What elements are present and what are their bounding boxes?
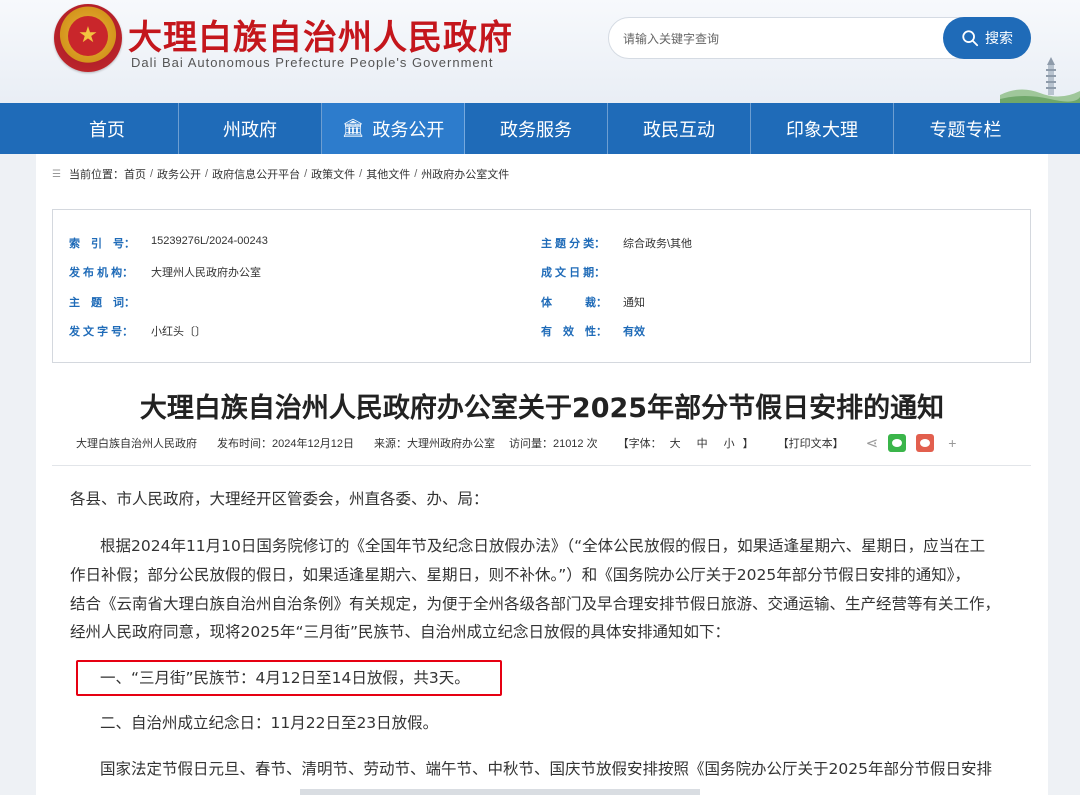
nav-item-home[interactable]: 首页 [36,103,179,154]
divider [52,465,1031,466]
more-share-icon[interactable]: + [948,435,956,451]
site-subtitle: Dali Bai Autonomous Prefecture People's … [131,55,494,70]
meta-validity: 有 效 性： 有效 [541,326,645,338]
breadcrumb-item[interactable]: 首页 [124,166,146,182]
weibo-share-icon[interactable] [916,434,935,452]
document-metadata: 索 引 号： 15239276L/2024-00243 主 题 分 类： 综合政… [52,209,1031,363]
wechat-share-icon[interactable] [888,434,907,452]
body-line: 经州人民政府同意，现将2025年“三月街”民族节、自治州成立纪念日放假的具体安排… [70,623,731,641]
document-author: 大理白族自治州人民政府 [76,438,197,450]
site-title[interactable]: 大理白族自治州人民政府 [128,10,513,59]
breadcrumb: ☰ 当前位置： 首页 / 政务公开 / 政府信息公开平台 / 政策文件 / 其他… [52,166,509,182]
meta-date: 成 文 日 期： [541,267,606,279]
document-addressee: 各县、市人民政府，大理经开区管委会，州直各委、办、局： [70,490,489,508]
meta-category: 主 题 分 类： 综合政务\其他 [541,238,693,250]
breadcrumb-item[interactable]: 州政府办公室文件 [421,166,509,182]
main-content: ☰ 当前位置： 首页 / 政务公开 / 政府信息公开平台 / 政策文件 / 其他… [36,154,1048,795]
meta-genre: 体 裁： 通知 [541,297,645,309]
breadcrumb-item[interactable]: 政策文件 [311,166,355,182]
main-nav: 首页 州政府 🏛 政务公开 政务服务 政民互动 印象大理 专题专栏 [0,103,1080,154]
body-line: 国家法定节假日元旦、春节、清明节、劳动节、端午节、中秋节、国庆节放假安排按照《国… [100,760,992,778]
meta-index: 索 引 号： 15239276L/2024-00243 [69,235,268,250]
search-button[interactable]: 搜索 [943,17,1031,59]
meta-keyword: 主 题 词： [69,297,135,309]
breadcrumb-item[interactable]: 政府信息公开平台 [212,166,300,182]
publish-label: 发布时间： [217,438,272,450]
document-source: 大理州政府办公室 [406,438,495,450]
breadcrumb-separator: / [414,168,418,180]
search-input[interactable] [623,28,923,50]
nav-item-interaction[interactable]: 政民互动 [608,103,751,154]
document-info-bar: 大理白族自治州人民政府 发布时间： 2024年12月12日 来源： 大理州政府办… [76,433,1016,453]
font-large-button[interactable]: 大 [670,435,681,451]
font-size-close: 】 [742,438,754,450]
search-icon [962,30,979,47]
landscape-pagoda-icon [1000,57,1080,103]
visit-count: 21012 次 [552,438,598,450]
search-box: 搜索 [608,17,1031,59]
document-title: 大理白族自治州人民政府办公室关于2025年部分节假日安排的通知 [139,393,945,424]
breadcrumb-item[interactable]: 政务公开 [157,166,201,182]
horizontal-scrollbar[interactable] [300,789,700,795]
holiday-item-1: 一、“三月街”民族节：4月12日至14日放假，共3天。 [100,669,470,687]
holiday-item-2: 二、自治州成立纪念日：11月22日至23日放假。 [100,714,439,732]
print-button[interactable]: 【打印文本】 [778,435,844,451]
search-button-label: 搜索 [985,30,1013,46]
publish-date: 2024年12月12日 [272,438,354,450]
font-small-button[interactable]: 小 [724,435,735,451]
nav-item-government[interactable]: 州政府 [179,103,322,154]
breadcrumb-item[interactable]: 其他文件 [366,166,410,182]
meta-docno: 发 文 字 号： 小红头〔〕 [69,326,206,338]
share-icon[interactable]: ⋖ [866,434,879,452]
breadcrumb-separator: / [304,168,308,180]
meta-publisher: 发 布 机 构： 大理州人民政府办公室 [69,267,261,279]
breadcrumb-separator: / [205,168,209,180]
location-icon: ☰ [52,168,61,180]
visits-label: 访问量： [508,438,553,450]
font-size-label: 【字体： [617,438,662,450]
nav-item-gov-affairs-open[interactable]: 🏛 政务公开 [322,103,465,154]
nav-item-impression-dali[interactable]: 印象大理 [751,103,894,154]
nav-item-topics[interactable]: 专题专栏 [894,103,1037,154]
body-line: 根据2024年11月10日国务院修订的《全国年节及纪念日放假办法》（“全体公民放… [100,537,986,555]
source-label: 来源： [373,438,407,450]
breadcrumb-prefix: 当前位置： [68,169,124,181]
breadcrumb-separator: / [149,168,154,180]
site-header: ★ 大理白族自治州人民政府 Dali Bai Autonomous Prefec… [0,0,1080,103]
breadcrumb-separator: / [359,168,363,180]
government-building-icon: 🏛 [341,118,365,138]
national-emblem-icon: ★ [54,4,122,72]
body-line: 作日补假；部分公民放假的假日，如果适逢星期六、星期日，则不补休。”）和《国务院办… [70,566,970,584]
font-medium-button[interactable]: 中 [697,435,708,451]
nav-item-gov-services[interactable]: 政务服务 [465,103,608,154]
body-line: 结合《云南省大理白族自治州自治条例》有关规定，为便于全州各级各部门及早合理安排节… [70,595,1001,613]
